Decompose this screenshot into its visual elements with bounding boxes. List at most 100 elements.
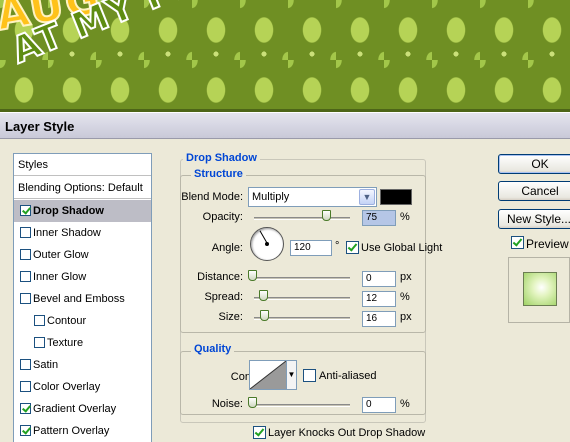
styles-item-label: Outer Glow [33,249,89,261]
size-unit: px [400,311,412,323]
shadow-color-swatch[interactable] [380,189,412,205]
size-input[interactable]: 16 [362,311,396,327]
angle-dial[interactable] [250,227,284,261]
quality-title: Quality [191,343,235,355]
styles-header[interactable]: Styles [14,154,151,176]
size-slider-thumb[interactable] [260,310,269,321]
styles-item-checkbox[interactable] [20,249,31,260]
anti-aliased-label: Anti-aliased [319,370,377,382]
styles-item-checkbox[interactable] [20,293,31,304]
styles-item-gradient-overlay[interactable]: Gradient Overlay [14,398,151,420]
styles-item-checkbox[interactable] [20,381,31,392]
size-label: Size: [218,311,243,323]
use-global-light-checkbox[interactable] [346,241,359,254]
distance-label: Distance: [197,271,243,283]
style-preview-thumbnail [523,272,557,306]
styles-item-satin[interactable]: Satin [14,354,151,376]
blending-options-label: Blending Options: Default [18,182,143,194]
styles-list: Styles Blending Options: Default Drop Sh… [13,153,152,442]
distance-slider-track[interactable] [254,277,350,280]
styles-item-label: Color Overlay [33,381,101,393]
styles-item-label: Gradient Overlay [33,403,117,415]
layer-style-dialog: Layer Style Styles Blending Options: Def… [0,112,570,442]
contour-curve-icon [249,360,287,390]
layer-knocks-out-checkbox[interactable] [253,426,266,439]
opacity-input[interactable]: 75 [362,210,396,226]
distance-unit: px [400,271,412,283]
banner-image: AUG AT MY PLACE [0,0,570,112]
styles-item-label: Drop Shadow [33,205,104,217]
styles-item-label: Bevel and Emboss [33,293,125,305]
noise-slider-track[interactable] [254,404,350,407]
contour-picker[interactable] [249,360,287,390]
styles-item-texture[interactable]: Texture [14,332,151,354]
styles-item-checkbox[interactable] [34,337,45,348]
layer-knocks-out-label: Layer Knocks Out Drop Shadow [268,427,426,439]
chevron-down-icon: ▼ [359,189,375,205]
opacity-value: 75 [366,212,378,223]
styles-item-checkbox[interactable] [20,205,31,216]
styles-item-inner-shadow[interactable]: Inner Shadow [14,222,151,244]
styles-item-inner-glow[interactable]: Inner Glow [14,266,151,288]
spread-value: 12 [366,293,378,304]
preview-checkbox[interactable] [511,236,524,249]
ok-button[interactable]: OK [498,154,570,174]
styles-item-color-overlay[interactable]: Color Overlay [14,376,151,398]
opacity-label: Opacity: [202,211,243,223]
styles-item-drop-shadow[interactable]: Drop Shadow [14,200,151,222]
styles-item-checkbox[interactable] [20,271,31,282]
spread-slider-thumb[interactable] [259,290,268,301]
anti-aliased-checkbox[interactable] [303,369,316,382]
styles-item-contour[interactable]: Contour [14,310,151,332]
dialog-title: Layer Style [5,119,75,134]
angle-label: Angle: [211,242,243,254]
new-style-button[interactable]: New Style... [498,209,570,229]
styles-item-label: Pattern Overlay [33,425,110,437]
styles-item-checkbox[interactable] [20,403,31,414]
angle-input[interactable]: 120 [290,240,332,256]
spread-input[interactable]: 12 [362,291,396,307]
blend-mode-label: Blend Mode: [181,191,243,203]
distance-input[interactable]: 0 [362,271,396,287]
blending-options-item[interactable]: Blending Options: Default [14,177,151,199]
noise-input[interactable]: 0 [362,397,396,413]
opacity-slider-track[interactable] [254,217,350,220]
styles-item-label: Contour [47,315,87,327]
preview-label: Preview [526,237,569,251]
spread-label: Spread: [204,291,243,303]
style-preview [508,257,570,323]
cancel-button[interactable]: Cancel [498,181,570,201]
angle-dial-center [265,242,269,246]
styles-item-outer-glow[interactable]: Outer Glow [14,244,151,266]
angle-unit: ° [335,240,340,252]
styles-item-checkbox[interactable] [20,359,31,370]
styles-item-label: Inner Glow [33,271,87,283]
contour-dropdown-arrow[interactable]: ▼ [287,360,297,390]
opacity-unit: % [400,211,410,223]
use-global-light-label: Use Global Light [361,242,443,254]
styles-item-label: Satin [33,359,59,371]
dialog-titlebar[interactable]: Layer Style [0,113,570,139]
spread-unit: % [400,291,410,303]
styles-item-bevel-and-emboss[interactable]: Bevel and Emboss [14,288,151,310]
styles-item-pattern-overlay[interactable]: Pattern Overlay [14,420,151,442]
drop-shadow-section-title: Drop Shadow [183,152,260,164]
opacity-slider-thumb[interactable] [322,210,331,221]
distance-value: 0 [366,273,372,284]
structure-title: Structure [191,168,246,180]
styles-item-checkbox[interactable] [34,315,45,326]
styles-header-label: Styles [18,159,48,171]
styles-item-label: Inner Shadow [33,227,101,239]
blend-mode-value: Multiply [252,191,290,203]
blend-mode-select[interactable]: Multiply ▼ [248,187,377,207]
noise-value: 0 [366,399,372,410]
noise-label: Noise: [211,398,243,410]
distance-slider-thumb[interactable] [248,270,257,281]
styles-item-label: Texture [47,337,84,349]
noise-slider-thumb[interactable] [248,397,257,408]
angle-value: 120 [294,242,311,253]
styles-item-checkbox[interactable] [20,227,31,238]
styles-item-checkbox[interactable] [20,425,31,436]
size-value: 16 [366,313,378,324]
spread-slider-track[interactable] [254,297,350,300]
